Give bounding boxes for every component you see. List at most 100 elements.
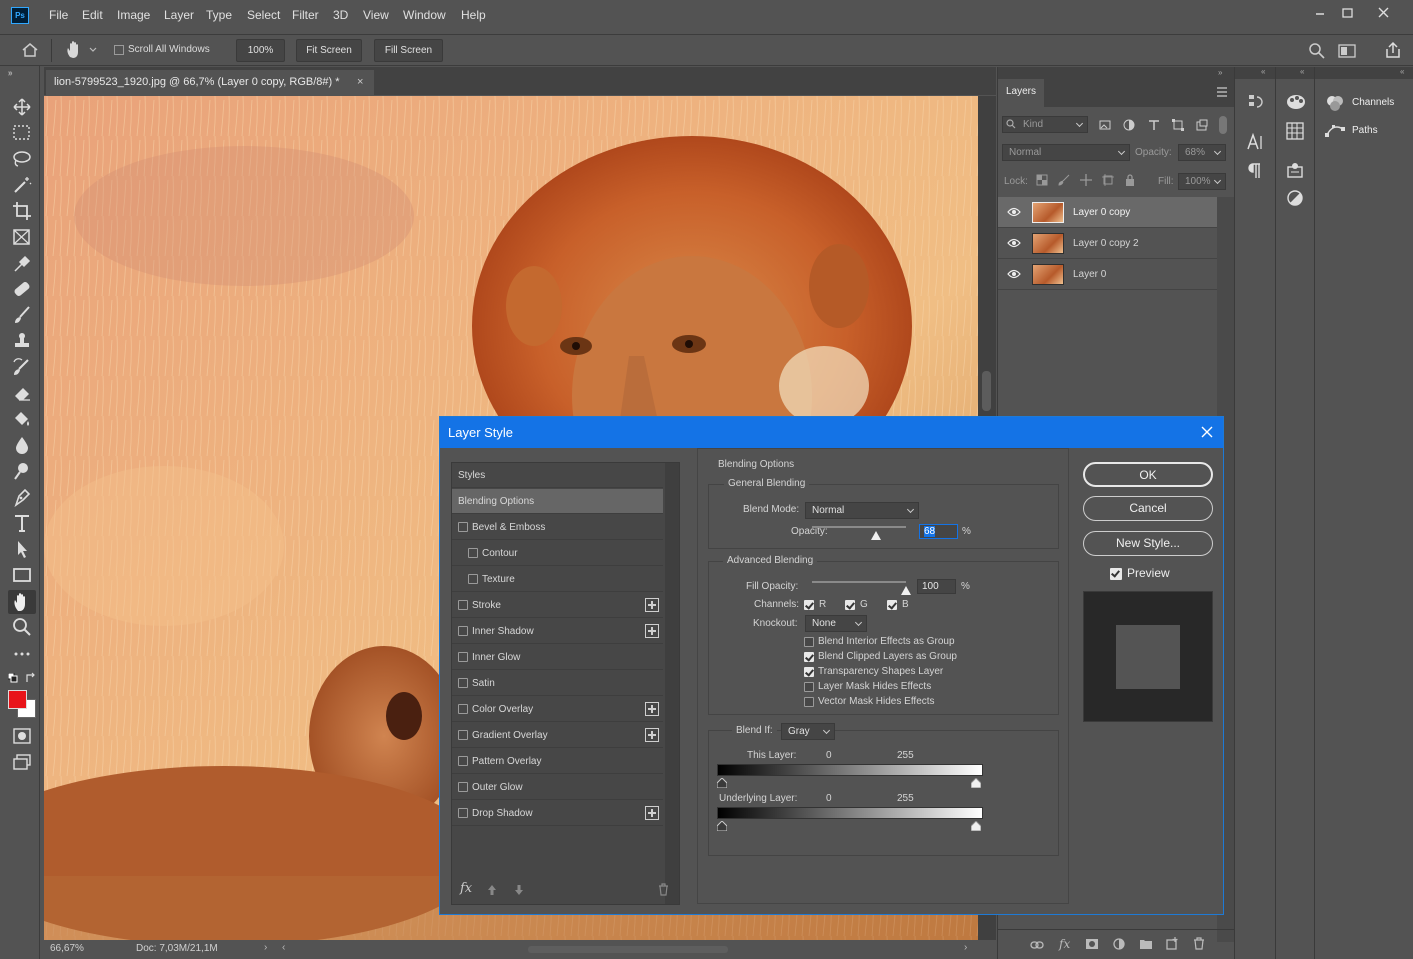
fx-icon[interactable]: fx [1059, 937, 1070, 951]
menu-type[interactable]: Type [206, 8, 232, 22]
style-checkbox[interactable] [458, 756, 468, 766]
underlying-white-handle[interactable] [971, 821, 981, 831]
tab-layers[interactable]: Layers [998, 79, 1044, 107]
this-layer-black-handle[interactable] [717, 778, 727, 788]
lock-all-icon[interactable] [1124, 174, 1136, 186]
layer-name[interactable]: Layer 0 copy 2 [1073, 238, 1139, 249]
style-list-item[interactable]: Inner Glow [452, 645, 663, 670]
opacity-slider[interactable] [812, 526, 906, 540]
style-list-item[interactable]: Styles [452, 463, 663, 488]
frame-icon[interactable] [11, 227, 33, 247]
bucket-icon[interactable] [11, 409, 33, 429]
style-list-item[interactable]: Stroke [452, 593, 663, 618]
menu-edit[interactable]: Edit [82, 8, 103, 22]
style-list-item[interactable]: Gradient Overlay [452, 723, 663, 748]
lasso-icon[interactable] [11, 149, 33, 169]
new-layer-icon[interactable] [1166, 937, 1179, 950]
style-list-item[interactable]: Inner Shadow [452, 619, 663, 644]
more-icon[interactable] [11, 644, 33, 664]
hand-icon[interactable] [8, 590, 36, 614]
brush-icon[interactable] [11, 305, 33, 325]
style-checkbox[interactable] [458, 678, 468, 688]
underlying-black-handle[interactable] [717, 821, 727, 831]
close-icon[interactable] [1371, 3, 1397, 23]
layer-name[interactable]: Layer 0 copy [1073, 207, 1130, 218]
horizontal-scrollbar-thumb[interactable] [528, 946, 728, 953]
status-menu-icon[interactable]: › [264, 942, 267, 953]
adjustments-panel-icon[interactable] [1287, 190, 1303, 206]
menu-window[interactable]: Window [403, 8, 446, 22]
layer-fill-field[interactable]: 100% [1178, 173, 1226, 190]
lock-position-icon[interactable] [1080, 174, 1092, 186]
layer-blend-mode-dropdown[interactable]: Normal [1002, 144, 1130, 161]
preview-checkbox[interactable] [1110, 568, 1122, 580]
adjustment-layer-icon[interactable] [1113, 938, 1125, 950]
fill-opacity-input[interactable]: 100 [917, 579, 956, 594]
style-list-item[interactable]: Drop Shadow [452, 801, 663, 826]
lock-transparent-icon[interactable] [1036, 174, 1048, 186]
fill-opacity-slider[interactable] [812, 581, 911, 595]
color-panel-icon[interactable] [1286, 93, 1306, 111]
style-checkbox[interactable] [458, 782, 468, 792]
scroll-left-icon[interactable]: ‹ [282, 942, 285, 953]
style-list-item[interactable]: Outer Glow [452, 775, 663, 800]
filter-adjustment-icon[interactable] [1123, 119, 1135, 131]
ok-button[interactable]: OK [1083, 462, 1213, 487]
menu-view[interactable]: View [363, 8, 389, 22]
foreground-color-swatch[interactable] [8, 690, 27, 709]
blend-if-dropdown[interactable]: Gray [781, 723, 835, 740]
history-panel-icon[interactable] [1246, 93, 1264, 111]
fx-menu-icon[interactable]: fx [460, 881, 472, 896]
style-list-item[interactable]: Pattern Overlay [452, 749, 663, 774]
zoom-icon[interactable] [11, 617, 33, 637]
style-checkbox[interactable] [458, 730, 468, 740]
cancel-button[interactable]: Cancel [1083, 496, 1213, 521]
advanced-option-checkbox[interactable] [804, 652, 814, 662]
collapse-strip-icon[interactable]: « [1261, 67, 1265, 76]
fill-opacity-slider-thumb[interactable] [901, 586, 911, 595]
style-list-item[interactable]: Satin [452, 671, 663, 696]
home-icon[interactable] [21, 42, 39, 58]
style-checkbox[interactable] [458, 704, 468, 714]
visibility-eye-icon[interactable] [1007, 207, 1021, 217]
filter-shape-icon[interactable] [1172, 119, 1184, 131]
advanced-option-checkbox[interactable] [804, 667, 814, 677]
menu-filter[interactable]: Filter [292, 8, 319, 22]
menu-file[interactable]: File [49, 8, 68, 22]
restore-icon[interactable] [1335, 3, 1361, 23]
add-mask-icon[interactable] [1085, 938, 1099, 950]
style-checkbox[interactable] [468, 574, 478, 584]
style-checkbox[interactable] [468, 548, 478, 558]
marquee-icon[interactable] [11, 123, 33, 143]
collapse-layers-icon[interactable]: » [1218, 68, 1222, 77]
libraries-panel-icon[interactable] [1286, 161, 1304, 179]
this-layer-gradient[interactable] [717, 764, 983, 776]
knockout-dropdown[interactable]: None [805, 615, 867, 632]
paths-panel-button[interactable]: Paths [1325, 121, 1411, 143]
add-effect-icon[interactable] [645, 728, 659, 742]
rectangle-icon[interactable] [11, 565, 33, 585]
layer-opacity-field[interactable]: 68% [1178, 144, 1226, 161]
fit-screen-button[interactable]: Fit Screen [296, 39, 362, 62]
pen-icon[interactable] [11, 487, 33, 507]
scroll-right-icon[interactable]: › [964, 942, 967, 953]
scrollbar-thumb[interactable] [982, 371, 991, 411]
advanced-option-checkbox[interactable] [804, 682, 814, 692]
filter-pixel-icon[interactable] [1099, 119, 1111, 131]
style-list-item[interactable]: Texture [452, 567, 663, 592]
visibility-eye-icon[interactable] [1007, 269, 1021, 279]
style-checkbox[interactable] [458, 652, 468, 662]
move-icon[interactable] [11, 97, 33, 117]
style-list-item[interactable]: Contour [452, 541, 663, 566]
advanced-option-checkbox[interactable] [804, 697, 814, 707]
channel-g-checkbox[interactable] [845, 600, 855, 610]
add-effect-icon[interactable] [645, 624, 659, 638]
search-icon[interactable] [1308, 42, 1326, 60]
default-colors-icon[interactable] [8, 673, 18, 683]
document-tab[interactable]: lion-5799523_1920.jpg @ 66,7% (Layer 0 c… [46, 70, 374, 95]
style-checkbox[interactable] [458, 522, 468, 532]
dodge-icon[interactable] [11, 461, 33, 481]
menu-3d[interactable]: 3D [333, 8, 348, 22]
add-effect-icon[interactable] [645, 702, 659, 716]
visibility-eye-icon[interactable] [1007, 238, 1021, 248]
